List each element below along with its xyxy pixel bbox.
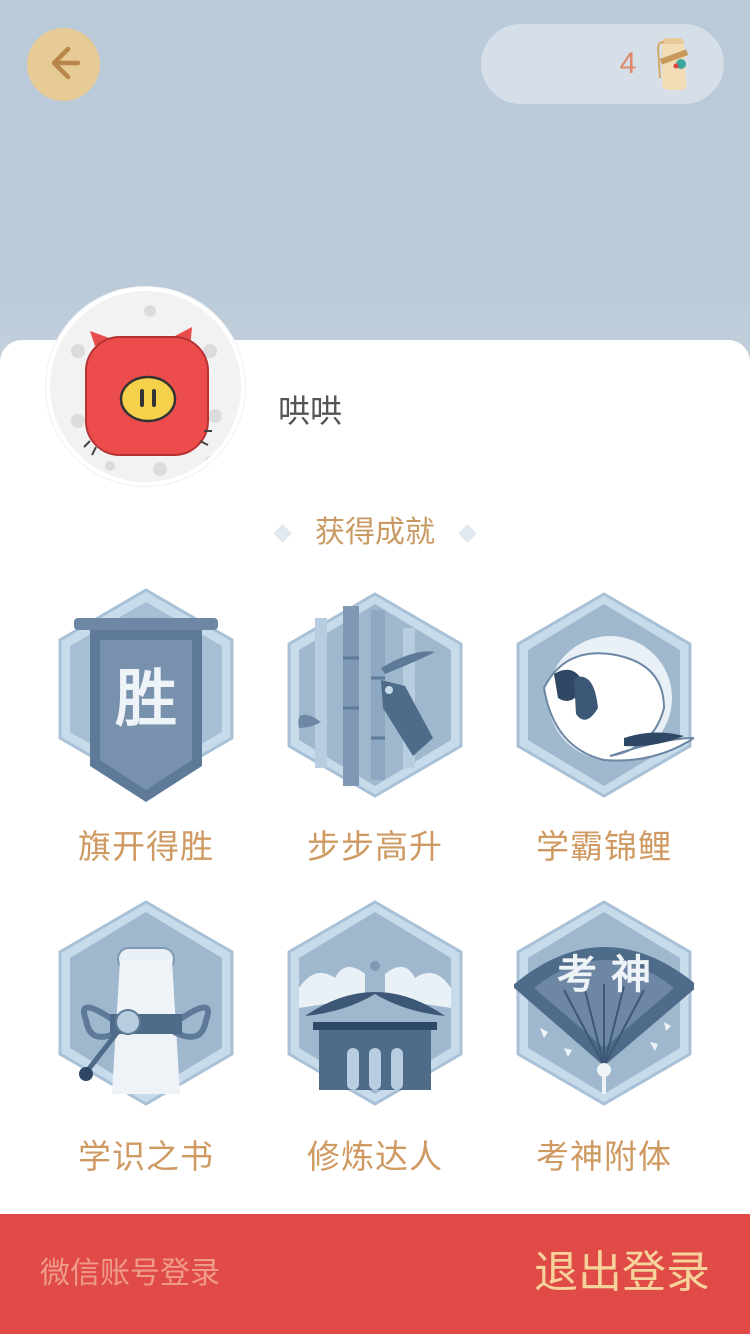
wechat-login-link[interactable]: 微信账号登录 — [40, 1252, 220, 1296]
back-button[interactable] — [27, 28, 100, 101]
scroll-icon — [648, 34, 700, 94]
pig-avatar-icon — [71, 305, 222, 476]
badge-label: 步步高升 — [307, 827, 443, 866]
arrow-left-icon — [44, 43, 84, 87]
svg-text:考 神: 考 神 — [557, 951, 651, 998]
badge-label: 考神附体 — [536, 1137, 672, 1176]
victory-flag-icon: 胜 — [58, 588, 234, 802]
badge-label: 学识之书 — [78, 1137, 214, 1176]
koi-fish-icon — [516, 592, 694, 798]
book-scroll-icon — [58, 900, 234, 1106]
svg-text:胜: 胜 — [115, 662, 177, 735]
diamond-ornament-icon — [273, 523, 292, 543]
achievement-badge[interactable]: 修炼达人 — [285, 898, 465, 1176]
achievement-badge[interactable]: 考 神 考神附体 — [514, 898, 694, 1176]
logout-button[interactable]: 退出登录 — [534, 1240, 710, 1306]
avatar[interactable] — [46, 287, 245, 486]
diamond-ornament-icon — [458, 523, 477, 543]
badge-label: 学霸锦鲤 — [536, 827, 672, 866]
exam-fan-icon: 考 神 — [514, 900, 694, 1106]
achievements-title: 获得成就 — [0, 510, 750, 556]
achievement-badge[interactable]: 步步高升 — [285, 588, 465, 866]
achievement-badge[interactable]: 学识之书 — [56, 898, 236, 1176]
badge-label: 旗开得胜 — [78, 827, 214, 866]
badge-label: 修炼达人 — [307, 1137, 443, 1176]
achievement-badge[interactable]: 胜 旗开得胜 — [56, 588, 236, 866]
achievement-badge[interactable]: 学霸锦鲤 — [514, 588, 694, 866]
username: 哄哄 — [278, 392, 343, 430]
bamboo-icon — [287, 592, 463, 798]
pavilion-icon — [287, 900, 463, 1106]
